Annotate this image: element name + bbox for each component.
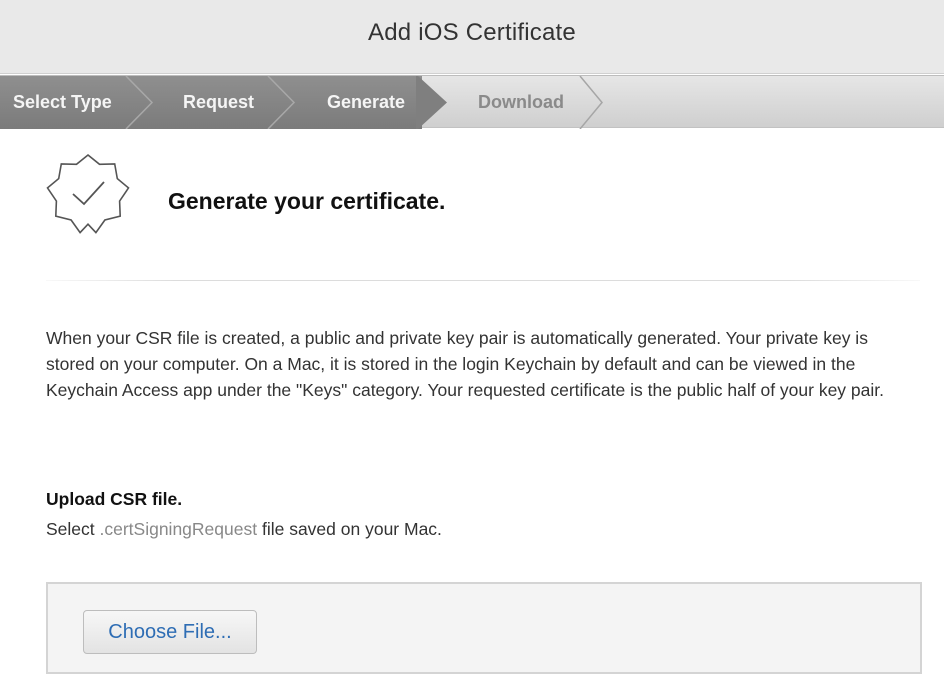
- choose-file-button[interactable]: Choose File...: [83, 610, 257, 654]
- window-title: Add iOS Certificate: [368, 18, 576, 46]
- upload-hint-suffix: file saved on your Mac.: [257, 519, 442, 539]
- title-bar: Add iOS Certificate: [0, 0, 944, 74]
- upload-hint: Select .certSigningRequest file saved on…: [46, 519, 442, 540]
- step-separators: [125, 76, 603, 129]
- step-generate: Generate: [327, 92, 406, 112]
- step-separator-1: [125, 76, 154, 129]
- file-extension-label: .certSigningRequest: [99, 519, 258, 539]
- step-request: Request: [183, 92, 255, 112]
- upload-hint-prefix: Select: [46, 519, 100, 539]
- main-content: Generate your certificate. When your CSR…: [0, 128, 944, 692]
- upload-heading: Upload CSR file.: [46, 489, 183, 509]
- section-divider: [46, 280, 920, 281]
- progress-steps: Select Type Request Generate Download: [0, 75, 944, 129]
- certificate-seal-checkmark-icon: [46, 153, 130, 234]
- page-heading: Generate your certificate.: [168, 188, 446, 214]
- step-select-type: Select Type: [13, 92, 112, 112]
- step-separator-2: [267, 76, 296, 129]
- upload-panel: Choose File...: [46, 582, 922, 674]
- active-step-arrow: [416, 76, 447, 129]
- step-download: Download: [478, 92, 564, 112]
- step-separator-4: [579, 76, 603, 129]
- csr-description: When your CSR file is created, a public …: [46, 328, 885, 400]
